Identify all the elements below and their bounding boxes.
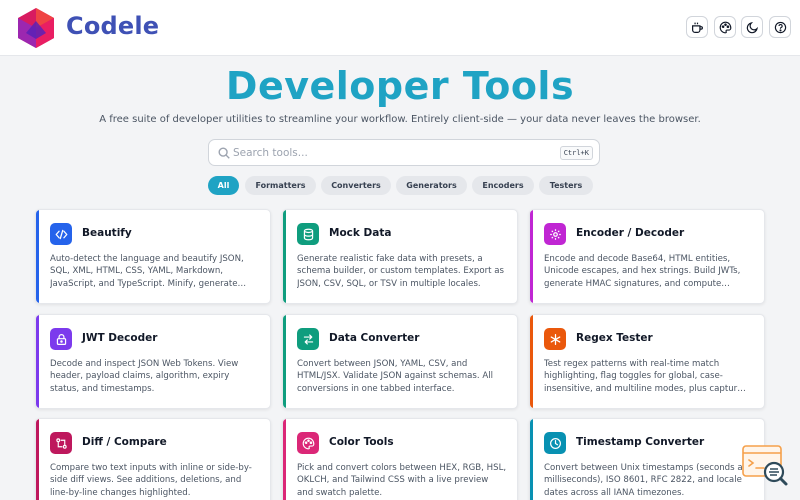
filter-all[interactable]: All [208,176,239,195]
card-icon-badge [544,223,566,245]
tool-card-encoder-decoder[interactable]: Encoder / Decoder Encode and decode Base… [529,209,765,304]
git-compare-icon [55,437,67,449]
card-accent [530,210,533,303]
card-accent [36,210,39,303]
moon-icon [746,21,758,33]
card-description: Decode and inspect JSON Web Tokens. View… [50,359,239,394]
tool-card-regex-tester[interactable]: Regex Tester Test regex patterns with re… [529,314,765,409]
feedback-widget-icon[interactable] [741,444,789,490]
filter-converters[interactable]: Converters [321,176,391,195]
dark-mode-button[interactable] [741,16,763,38]
top-header: Codele [0,0,800,56]
card-accent [283,419,286,500]
palette-icon [719,21,731,33]
card-accent [283,315,286,408]
filter-testers[interactable]: Testers [539,176,593,195]
card-accent [283,210,286,303]
page-title: Developer Tools [225,64,575,108]
filter-formatters[interactable]: Formatters [245,176,316,195]
card-icon-badge [297,328,319,350]
card-description: Test regex patterns with real-time match… [544,359,746,394]
filter-generators[interactable]: Generators [396,176,467,195]
card-title: Data Converter [329,332,420,344]
database-icon [303,228,313,240]
card-description: Encode and decode Base64, HTML entities,… [544,254,741,289]
card-accent [36,315,39,408]
tool-card-mock-data[interactable]: Mock Data Generate realistic fake data w… [282,209,518,304]
tool-card-beautify[interactable]: Beautify Auto-detect the language and be… [35,209,271,304]
card-icon-badge [50,432,72,454]
card-title: Timestamp Converter [576,436,705,448]
gear-icon [549,228,561,240]
coffee-icon [691,22,703,33]
search-icon [218,147,230,159]
tool-card-color-tools[interactable]: Color Tools Pick and convert colors betw… [282,418,518,500]
brand-name[interactable]: Codele [66,12,159,40]
card-title: Mock Data [329,227,392,239]
palette-icon [302,437,314,449]
card-accent [530,419,533,500]
card-icon-badge [544,328,566,350]
code-icon [55,229,67,239]
tool-card-timestamp-converter[interactable]: Timestamp Converter Convert between Unix… [529,418,765,500]
card-icon-badge [297,223,319,245]
tool-card-jwt-decoder[interactable]: JWT Decoder Decode and inspect JSON Web … [35,314,271,409]
logo-icon[interactable] [16,7,56,49]
card-title: Regex Tester [576,332,653,344]
coffee-button[interactable] [686,16,708,38]
swap-icon [303,333,313,345]
card-description: Pick and convert colors between HEX, RGB… [297,463,507,498]
card-description: Convert between Unix timestamps (seconds… [544,463,754,498]
card-description: Compare two text inputs with inline or s… [50,463,252,498]
theme-button[interactable] [714,16,736,38]
help-button[interactable] [769,16,791,38]
card-accent [36,419,39,500]
card-title: Encoder / Decoder [576,227,685,239]
card-title: Color Tools [329,436,394,448]
search-box[interactable]: Ctrl+K [208,139,600,166]
card-accent [530,315,533,408]
help-icon [774,21,786,33]
card-icon-badge [50,328,72,350]
clock-icon [549,437,561,449]
tool-card-diff-compare[interactable]: Diff / Compare Compare two text inputs w… [35,418,271,500]
card-title: JWT Decoder [82,332,158,344]
card-icon-badge [544,432,566,454]
asterisk-icon [550,333,560,345]
card-description: Generate realistic fake data with preset… [297,254,504,289]
shortcut-hint: Ctrl+K [559,146,593,160]
card-icon-badge [50,223,72,245]
filter-encoders[interactable]: Encoders [472,176,534,195]
card-description: Auto-detect the language and beautify JS… [50,254,247,289]
card-title: Diff / Compare [82,436,167,448]
tool-card-data-converter[interactable]: Data Converter Convert between JSON, YAM… [282,314,518,409]
search-input[interactable] [233,144,553,162]
page-subtitle: A free suite of developer utilities to s… [99,114,701,125]
card-title: Beautify [82,227,132,239]
lock-icon [56,333,66,345]
card-icon-badge [297,432,319,454]
card-description: Convert between JSON, YAML, CSV, and HTM… [297,359,493,394]
